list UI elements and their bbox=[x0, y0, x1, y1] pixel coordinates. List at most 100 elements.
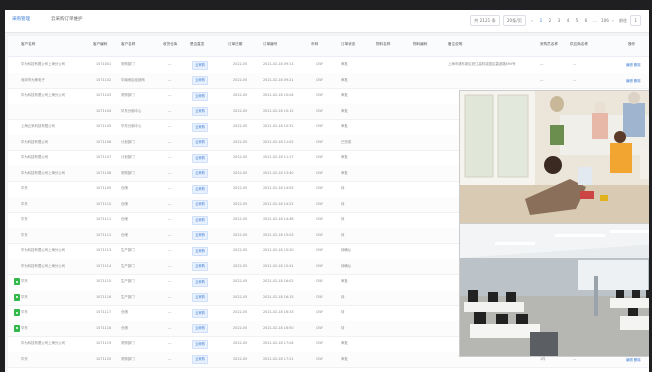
cell-status: 已完成 bbox=[341, 139, 352, 144]
cell-no: 2021-02-18 16:15 bbox=[263, 294, 294, 299]
cell-no: 2021-02-18 09:13 bbox=[263, 62, 294, 66]
page-3-button[interactable]: 3 bbox=[556, 18, 562, 23]
column-header[interactable]: 备注说明 bbox=[448, 42, 462, 47]
cell-date: 2022-05 bbox=[233, 201, 248, 206]
cell-no: 2021-02-18 09:21 bbox=[263, 77, 294, 82]
office-photo bbox=[459, 223, 649, 357]
pagination-ellipsis[interactable]: ... bbox=[592, 18, 598, 23]
cell-cname: 华东分销中心 bbox=[121, 124, 142, 128]
row-status-icon[interactable] bbox=[14, 324, 20, 332]
page-last-button[interactable]: 106 bbox=[601, 18, 609, 23]
column-header[interactable]: 物料编码 bbox=[413, 42, 427, 47]
cell-cname: 仓储 bbox=[121, 217, 128, 221]
cell-cname: 采购部门 bbox=[121, 341, 135, 345]
cell-date: 2022-05 bbox=[233, 279, 248, 283]
column-header[interactable]: 客户名称 bbox=[21, 42, 35, 47]
column-header[interactable]: 是否直发 bbox=[190, 42, 204, 47]
cell-warehouse: — bbox=[168, 77, 172, 82]
cell-warehouse: — bbox=[168, 62, 172, 66]
page-4-button[interactable]: 4 bbox=[565, 18, 571, 23]
page-2-button[interactable]: 2 bbox=[547, 18, 553, 23]
column-header[interactable]: 客户编码 bbox=[93, 42, 107, 47]
row-status-icon[interactable] bbox=[14, 309, 20, 316]
page-size-select[interactable]: 20条/页 bbox=[502, 15, 526, 26]
cell-cur: CNY bbox=[316, 201, 323, 206]
cell-name: 华为科技有限公司上海分公司 bbox=[21, 93, 66, 97]
cell-no: 2021-02-18 13:40 bbox=[263, 170, 294, 175]
cell-warehouse: — bbox=[168, 170, 172, 175]
tab-order-maintenance[interactable]: 云采购订单维护 bbox=[51, 16, 83, 22]
column-header[interactable]: 币种 bbox=[311, 42, 318, 47]
cell-cname: 仓储 bbox=[121, 232, 128, 237]
cell-code: 1071111 bbox=[96, 217, 112, 221]
cell-name: 深圳市为美电子 bbox=[21, 77, 45, 82]
cell-date: 2022-05 bbox=[233, 217, 248, 221]
jump-label: 前往 bbox=[618, 17, 628, 23]
cell-name: 华东 bbox=[21, 186, 28, 190]
cell-warehouse: — bbox=[168, 93, 172, 97]
column-header[interactable]: 采购员名称 bbox=[540, 42, 558, 47]
cell-name: 华东 bbox=[21, 217, 28, 221]
cell-name: 华东 bbox=[21, 232, 28, 237]
column-header[interactable]: 收货仓库 bbox=[163, 42, 177, 47]
direct-ship-tag: 云采购 bbox=[192, 153, 208, 163]
column-header[interactable]: 操作 bbox=[628, 42, 635, 47]
column-header[interactable]: 订单编号 bbox=[263, 42, 277, 47]
direct-ship-tag: 云采购 bbox=[192, 355, 208, 364]
cell-cname: 采购部门 bbox=[121, 356, 135, 361]
column-header[interactable]: 订单日期 bbox=[228, 42, 242, 47]
direct-ship-tag: 云采购 bbox=[192, 76, 208, 85]
cell-warehouse: — bbox=[168, 263, 172, 268]
cell-name: 华为科技有限公司 bbox=[21, 139, 49, 144]
column-header[interactable]: 客户名称 bbox=[121, 42, 135, 47]
cell-status: 审批 bbox=[341, 62, 348, 66]
cell-code: 1071001 bbox=[96, 62, 112, 66]
column-header[interactable]: 供应商名称 bbox=[570, 42, 588, 47]
row-status-icon[interactable] bbox=[14, 278, 20, 285]
cell-cur: CNY bbox=[316, 356, 323, 361]
page-5-button[interactable]: 5 bbox=[574, 18, 580, 23]
cell-status: 待 bbox=[341, 325, 345, 330]
page-1-button[interactable]: 1 bbox=[538, 18, 544, 23]
cell-buyer: — bbox=[540, 62, 544, 66]
cell-warehouse: — bbox=[168, 341, 172, 345]
cell-cur: CNY bbox=[316, 232, 323, 237]
column-header[interactable]: 物料名称 bbox=[376, 42, 390, 47]
cell-status: 待 bbox=[341, 294, 345, 299]
row-actions[interactable]: 编辑 删除 bbox=[626, 357, 641, 362]
jump-page-input[interactable]: 1 bbox=[630, 15, 641, 26]
next-page-icon[interactable]: › bbox=[610, 18, 616, 23]
cell-code: 1071109 bbox=[96, 186, 112, 190]
page-6-button[interactable]: 6 bbox=[583, 18, 589, 23]
cell-name: 上海云采科技有限公司 bbox=[21, 124, 55, 128]
table-row[interactable]: 深圳市为美电子 1071102 华南地区经销商 2022-05 2021-02-18 0… bbox=[8, 72, 649, 89]
cell-name: 华为科技有限公司上海分公司 bbox=[21, 341, 66, 345]
table-row[interactable]: 华为科技有限公司上海分公司 1071001 采购部门 2022-05 2021-02-1… bbox=[8, 57, 649, 74]
cell-date: 2022-05 bbox=[233, 263, 248, 268]
cell-status: 待 bbox=[341, 201, 345, 206]
column-header[interactable]: 订单状态 bbox=[341, 42, 355, 47]
cell-status: 审批 bbox=[341, 124, 348, 128]
cell-cur: CNY bbox=[316, 170, 323, 175]
cell-date: 2022-05 bbox=[233, 108, 248, 113]
row-actions[interactable]: 编辑 删除 bbox=[626, 62, 641, 67]
direct-ship-tag: 云采购 bbox=[192, 246, 208, 256]
cell-code: 1071113 bbox=[96, 248, 112, 252]
cell-no: 2021-02-18 10:31 bbox=[263, 124, 294, 128]
cell-cur: CNY bbox=[316, 248, 323, 252]
cell-date: 2022-05 bbox=[233, 310, 248, 314]
tab-procurement[interactable]: 采购管理 bbox=[12, 16, 30, 22]
direct-ship-tag: 云采购 bbox=[192, 231, 208, 240]
direct-ship-tag: 云采购 bbox=[192, 308, 208, 318]
cell-status: 待确认 bbox=[341, 263, 352, 268]
cell-no: 2021-02-18 14:48 bbox=[263, 217, 294, 221]
cell-no: 2021-02-18 16:50 bbox=[263, 325, 294, 330]
row-status-icon[interactable] bbox=[14, 293, 20, 301]
cell-status: 待 bbox=[341, 310, 345, 314]
cell-date: 2022-05 bbox=[233, 248, 248, 252]
prev-page-icon[interactable]: ‹ bbox=[529, 18, 535, 23]
cell-no: 2021-02-18 16:02 bbox=[263, 279, 294, 283]
direct-ship-tag: 云采购 bbox=[192, 339, 208, 349]
row-actions[interactable]: 编辑 删除 bbox=[626, 78, 641, 83]
cell-vendor: — bbox=[573, 77, 577, 82]
